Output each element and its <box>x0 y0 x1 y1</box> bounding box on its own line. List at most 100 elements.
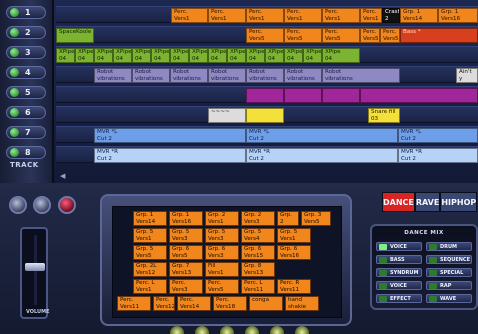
clip[interactable]: Perc. Vers5 <box>284 28 322 43</box>
sample-cell[interactable]: Perc. Vers18 <box>213 296 247 311</box>
sample-cell[interactable]: Grp. 5 Vers1 <box>277 228 311 243</box>
sample-cell[interactable]: conga <box>249 296 283 311</box>
sample-cell[interactable]: Perc. Vers5 <box>205 279 239 294</box>
clip[interactable]: XPipe 04 <box>189 48 208 63</box>
knob-icon[interactable] <box>9 196 27 214</box>
track-button-2[interactable]: 2 <box>6 26 46 39</box>
clip[interactable]: XPipe 04 <box>113 48 132 63</box>
sample-cell[interactable]: Grp. 6 Vers5 <box>169 245 203 260</box>
clip[interactable]: Snare fill 03 <box>368 108 400 123</box>
sample-cell[interactable]: Perc. Vers14 <box>177 296 211 311</box>
clip[interactable]: Perc. Vers1 <box>208 8 246 23</box>
clip[interactable]: XPipe 04 <box>132 48 151 63</box>
sample-cell[interactable]: Grp. 5 Vers4 <box>241 228 275 243</box>
sample-cell[interactable]: Grp. 8 Vers13 <box>241 262 275 277</box>
track-button-3[interactable]: 3 <box>6 46 46 59</box>
track-button-8[interactable]: 8 <box>6 146 46 159</box>
clip[interactable]: XPipe 04 <box>94 48 113 63</box>
sample-cell[interactable]: Grp. 5 Vers3 <box>169 228 203 243</box>
clip[interactable]: XPipe 04 <box>246 48 265 63</box>
track-button-1[interactable]: 1 <box>6 6 46 19</box>
sample-cell[interactable]: Perc. L Vers1 <box>133 279 167 294</box>
clip[interactable]: XPipe 04 <box>208 48 227 63</box>
mix-button-voice[interactable]: VOICE <box>376 242 422 251</box>
clip[interactable] <box>246 88 284 103</box>
track-lane-3[interactable]: XPipe 04 XPipe 04 XPipe 04 XPipe 04 XPip… <box>56 46 478 63</box>
clip[interactable] <box>322 88 360 103</box>
track-button-7[interactable]: 7 <box>6 126 46 139</box>
clip[interactable]: MVR *R Cut 2 <box>94 148 246 163</box>
clip[interactable]: ~~~~ <box>208 108 246 123</box>
style-button-dance[interactable]: DANCE <box>382 192 415 212</box>
clip[interactable]: Bass * <box>400 28 478 43</box>
knob-icon[interactable] <box>33 196 51 214</box>
knob-icon[interactable] <box>58 196 76 214</box>
sample-cell[interactable]: Grp. 1 Vers14 <box>133 211 167 226</box>
clip[interactable]: Robot vibrations <box>208 68 246 83</box>
sample-cell[interactable]: Fill Vers1 <box>205 262 239 277</box>
mix-button-effect[interactable]: EFFECT <box>376 294 422 303</box>
clip[interactable]: Robot vibrations <box>94 68 132 83</box>
mix-button-wave[interactable]: WAVE <box>426 294 472 303</box>
sample-cell[interactable]: hand shakie <box>285 296 319 311</box>
sample-cell[interactable]: Perc. Vers11 <box>117 296 151 311</box>
clip[interactable]: MVR *L Cut 2 <box>94 128 246 143</box>
clip[interactable]: Perc. Vers1 <box>322 8 360 23</box>
clip[interactable]: Robot vibrations <box>170 68 208 83</box>
mix-button-special[interactable]: SPECIAL <box>426 268 472 277</box>
clip[interactable]: MVR *R Cut 2 <box>246 148 398 163</box>
clip[interactable]: SpaceKoole <box>56 28 94 43</box>
clip[interactable]: Robot vibrations <box>246 68 284 83</box>
volume-handle[interactable] <box>25 262 45 271</box>
style-button-hiphop[interactable]: HIPHOP <box>440 192 478 212</box>
clip[interactable]: MVR *L Cut 2 <box>246 128 398 143</box>
sample-cell[interactable]: Grp. 2 Vers4 <box>277 211 299 226</box>
clip[interactable]: XPipe 04 <box>56 48 75 63</box>
clip[interactable]: Perc. Vers1 <box>171 8 208 23</box>
style-button-rave[interactable]: RAVE <box>414 192 441 212</box>
sample-cell[interactable]: Grp. 6 Vers3 <box>205 245 239 260</box>
clip[interactable] <box>284 88 322 103</box>
clip[interactable]: XPipe 04 <box>151 48 170 63</box>
track-lane-8[interactable]: MVR *R Cut 2 MVR *R Cut 2 MVR *R Cut 2 <box>56 146 478 163</box>
clip[interactable]: Perc. Vers5 <box>380 28 400 43</box>
clip[interactable]: Perc. Vers5 <box>322 28 360 43</box>
clip[interactable]: Robot vibrations <box>132 68 170 83</box>
track-button-5[interactable]: 5 <box>6 86 46 99</box>
clip[interactable]: Perc. Vers5 <box>360 28 380 43</box>
track-lane-4[interactable]: Robot vibrations Robot vibrations Robot … <box>56 66 478 83</box>
sample-cell[interactable]: Grp. 2 Vers3 <box>241 211 275 226</box>
timeline-marker-icon[interactable]: ◀ <box>60 172 65 180</box>
clip[interactable]: XPipe 04 <box>322 48 360 63</box>
sample-cell[interactable]: Perc. R Vers11 <box>277 279 311 294</box>
sample-cell[interactable]: Grp. 5 Vers3 <box>205 228 239 243</box>
track-lane-7[interactable]: MVR *L Cut 2 MVR *L Cut 2 MVR *L Cut 2 <box>56 126 478 143</box>
sample-cell[interactable]: Perc. L Vers11 <box>241 279 275 294</box>
clip[interactable]: Perc. Vers5 <box>246 28 284 43</box>
track-lane-5[interactable] <box>56 86 478 103</box>
track-lane-1[interactable]: Perc. Vers1 Perc. Vers1 Perc. Vers1 Perc… <box>56 6 478 23</box>
clip[interactable]: Crash 2 <box>382 8 400 23</box>
clip[interactable] <box>246 108 284 123</box>
clip[interactable]: Perc. Vers1 <box>284 8 322 23</box>
clip[interactable]: XPipe 04 <box>75 48 94 63</box>
sample-cell[interactable]: Grp. 2L Vers12 <box>133 262 167 277</box>
sample-cell[interactable]: Perc. Vers12 <box>153 296 175 311</box>
mix-button-rap[interactable]: RAP <box>426 281 472 290</box>
clip[interactable]: XPipe 04 <box>170 48 189 63</box>
clip[interactable]: MVR *L Cut 2 <box>398 128 478 143</box>
clip[interactable]: Robot vibrations <box>322 68 400 83</box>
sample-cell[interactable]: Grp. 7 Vers13 <box>169 262 203 277</box>
track-lane-6[interactable]: ~~~~ Snare fill 03 <box>56 106 478 123</box>
clip[interactable]: Ain't y <box>456 68 478 83</box>
track-button-6[interactable]: 6 <box>6 106 46 119</box>
clip[interactable]: XPipe 04 <box>265 48 284 63</box>
sample-cell[interactable]: Grp. 2 Vers1 <box>205 211 239 226</box>
clip[interactable]: XPipe 04 <box>303 48 322 63</box>
sample-cell[interactable]: Grp. 6 Vers16 <box>277 245 311 260</box>
clip[interactable]: MVR *R Cut 2 <box>398 148 478 163</box>
sample-cell[interactable]: Grp. 6 Vers15 <box>241 245 275 260</box>
mix-button-drum[interactable]: DRUM <box>426 242 472 251</box>
clip[interactable]: Robot vibrations <box>284 68 322 83</box>
track-lane-2[interactable]: SpaceKoole Perc. Vers5 Perc. Vers5 Perc.… <box>56 26 478 43</box>
